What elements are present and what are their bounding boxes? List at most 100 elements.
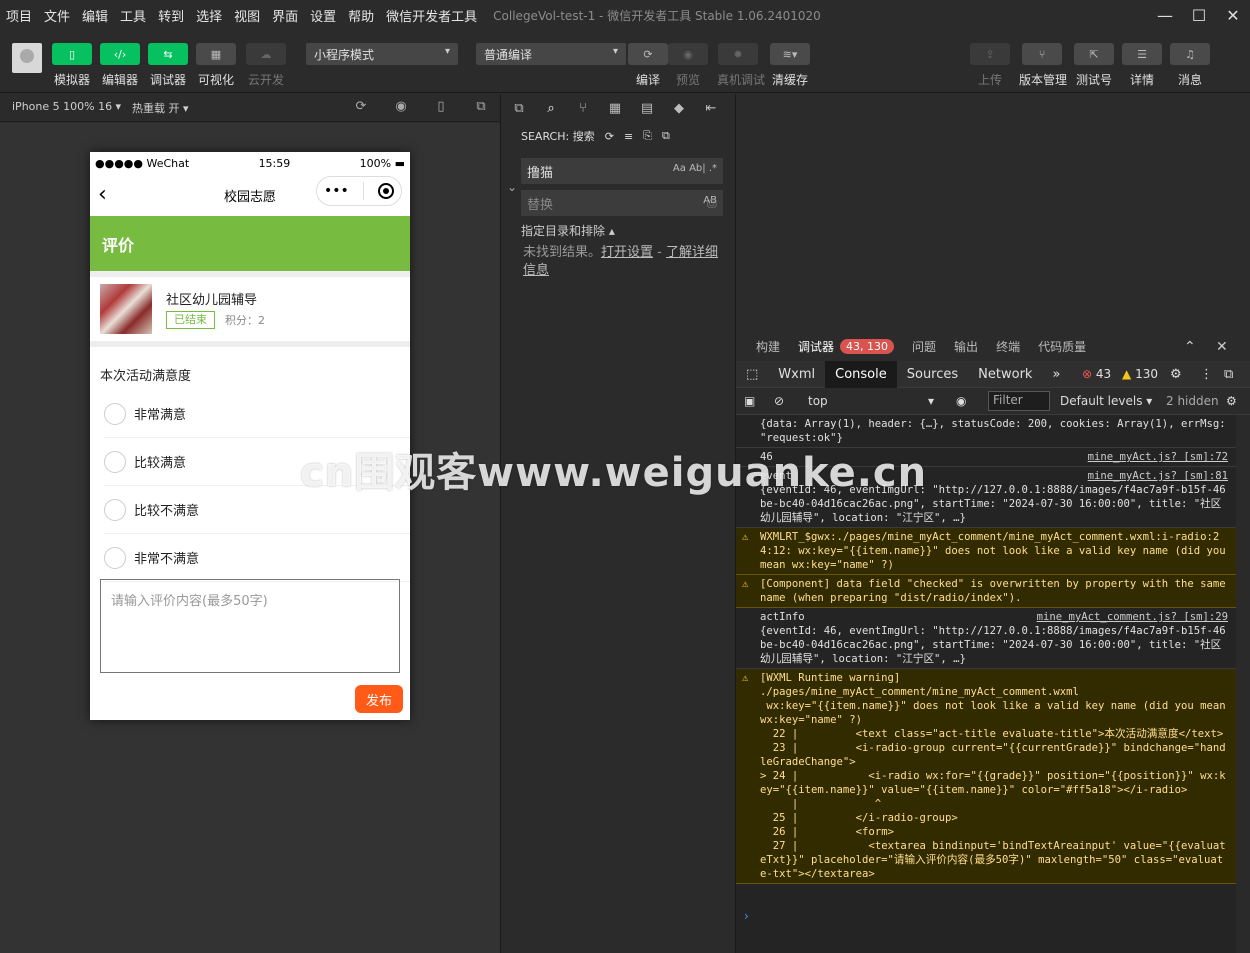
radio-circle[interactable] — [104, 498, 126, 521]
kebab-menu-icon[interactable]: ⋮ — [1200, 367, 1213, 382]
include-exclude-toggle[interactable]: 指定目录和排除 ▴ — [521, 222, 615, 239]
menu-project[interactable]: 项目 — [0, 6, 38, 25]
docker-icon[interactable]: ◆ — [669, 101, 689, 116]
menu-interface[interactable]: 界面 — [266, 6, 304, 25]
new-search-editor-icon[interactable]: ⎘ — [643, 129, 652, 143]
replace-all-icon[interactable]: ⎙ — [707, 196, 717, 211]
console-warning[interactable]: WXMLRT_$gwx:./pages/mine_myAct_comment/m… — [736, 528, 1236, 575]
extensions-icon[interactable]: ▦ — [605, 101, 625, 116]
gear-icon[interactable]: ⚙ — [1170, 367, 1182, 382]
hot-reload-toggle[interactable]: 热重载 开 ▾ — [132, 100, 189, 116]
close-panel-icon[interactable]: ✕ — [1216, 339, 1228, 355]
popout-icon[interactable]: ⧉ — [474, 100, 488, 114]
debugger-button[interactable]: ⇆ — [148, 43, 188, 65]
radio-option[interactable]: 非常不满意 — [104, 534, 410, 582]
tab-build[interactable]: 构建 — [756, 338, 780, 355]
menu-tools[interactable]: 工具 — [114, 6, 152, 25]
console-warning[interactable]: [WXML Runtime warning] ./pages/mine_myAc… — [736, 669, 1236, 884]
files-icon[interactable]: ⧉ — [509, 101, 529, 116]
menu-settings[interactable]: 设置 — [304, 6, 342, 25]
device-select[interactable]: iPhone 5 100% 16 ▾ — [12, 100, 121, 113]
minimize-icon[interactable]: — — [1148, 0, 1182, 31]
subtab-wxml[interactable]: Wxml — [768, 361, 825, 388]
git-icon[interactable]: ⑂ — [573, 101, 593, 116]
editor-button[interactable]: ‹/› — [100, 43, 140, 65]
tab-code-quality[interactable]: 代码质量 — [1038, 338, 1086, 355]
compile-button[interactable]: ⟳ — [628, 43, 668, 65]
console-warning[interactable]: [Component] data field "checked" is over… — [736, 575, 1236, 608]
visual-button[interactable]: ▦ — [196, 43, 236, 65]
radio-circle[interactable] — [104, 546, 126, 569]
menu-select[interactable]: 选择 — [190, 6, 228, 25]
gear-icon[interactable]: ⚙ — [1226, 394, 1237, 408]
phone-icon[interactable]: ▯ — [434, 100, 448, 114]
chevron-up-icon[interactable]: ⌃ — [1184, 339, 1196, 355]
compile-select[interactable]: 普通编译 — [476, 43, 626, 65]
menu-goto[interactable]: 转到 — [152, 6, 190, 25]
close-mini-program-icon[interactable] — [377, 183, 394, 199]
refresh-icon[interactable]: ⟳ — [605, 130, 614, 143]
maximize-icon[interactable]: ☐ — [1182, 0, 1216, 31]
real-debug-button[interactable]: ✹ — [718, 43, 758, 65]
warning-count[interactable]: ▲ 130 — [1122, 367, 1158, 381]
error-count[interactable]: ⊗ 43 — [1082, 367, 1111, 381]
filter-input[interactable]: Filter — [988, 391, 1050, 411]
submit-button[interactable]: 发布 — [355, 685, 403, 713]
stop-icon[interactable]: ◉ — [394, 100, 408, 114]
console-prompt[interactable]: › — [744, 909, 749, 923]
radio-circle[interactable] — [104, 450, 126, 473]
clear-cache-button[interactable]: ≋▾ — [770, 43, 810, 65]
avatar[interactable] — [12, 43, 42, 73]
more-tabs-icon[interactable]: » — [1042, 361, 1070, 388]
collapse-all-icon[interactable]: ⧉ — [662, 129, 670, 143]
version-button[interactable]: ⑂ — [1022, 43, 1062, 65]
chevron-down-icon[interactable]: ⌄ — [507, 180, 517, 194]
tab-problems[interactable]: 问题 — [912, 338, 936, 355]
search-input[interactable]: 撸猫 Aa Ab| .* — [521, 158, 723, 184]
preview-button[interactable]: ◉ — [668, 43, 708, 65]
source-link[interactable]: mine_myAct.js? [sm]:81 — [1088, 469, 1228, 483]
radio-circle[interactable] — [104, 402, 126, 425]
evaluation-textarea[interactable]: 请输入评价内容(最多50字) — [100, 579, 400, 673]
tab-terminal[interactable]: 终端 — [996, 338, 1020, 355]
back-icon[interactable]: ‹ — [98, 182, 107, 207]
simulator-button[interactable]: ▯ — [52, 43, 92, 65]
match-case-icon[interactable]: Aa — [673, 163, 686, 174]
menu-edit[interactable]: 编辑 — [76, 6, 114, 25]
subtab-sources[interactable]: Sources — [897, 361, 968, 388]
cloud-button[interactable]: ☁ — [246, 43, 286, 65]
test-id-button[interactable]: ⇱ — [1074, 43, 1114, 65]
search-icon[interactable]: ⌕ — [541, 101, 561, 116]
tab-output[interactable]: 输出 — [954, 338, 978, 355]
menu-view[interactable]: 视图 — [228, 6, 266, 25]
console-scrollbar[interactable] — [1236, 415, 1250, 953]
dock-icon[interactable]: ⧉ — [1224, 367, 1233, 382]
radio-option[interactable]: 非常满意 — [104, 390, 410, 438]
eye-icon[interactable]: ◉ — [956, 394, 966, 408]
tab-debugger[interactable]: 调试器 — [798, 338, 834, 355]
subtab-network[interactable]: Network — [968, 361, 1042, 388]
more-icon[interactable]: ••• — [324, 183, 349, 199]
menu-wechat-devtools[interactable]: 微信开发者工具 — [380, 6, 483, 25]
close-icon[interactable]: ✕ — [1216, 0, 1250, 31]
mode-select[interactable]: 小程序模式 — [306, 43, 458, 65]
console-log[interactable]: mine_myAct_comment.js? [sm]:29 actInfo {e… — [736, 608, 1236, 669]
layout-icon[interactable]: ▤ — [637, 101, 657, 116]
clear-console-icon[interactable]: ⊘ — [774, 394, 784, 408]
menu-help[interactable]: 帮助 — [342, 6, 380, 25]
details-button[interactable]: ☰ — [1122, 43, 1162, 65]
menu-file[interactable]: 文件 — [38, 6, 76, 25]
source-link[interactable]: mine_myAct.js? [sm]:72 — [1088, 450, 1228, 464]
sidebar-toggle-icon[interactable]: ▣ — [744, 394, 755, 408]
refresh-icon[interactable]: ⟳ — [354, 100, 368, 114]
open-settings-link[interactable]: 打开设置 — [601, 245, 653, 260]
collapse-panel-icon[interactable]: ⇤ — [701, 101, 721, 116]
replace-input[interactable]: 替换 AB — [521, 190, 723, 216]
match-word-icon[interactable]: Ab| — [689, 163, 706, 174]
log-levels-select[interactable]: Default levels ▾ — [1060, 394, 1152, 408]
regex-icon[interactable]: .* — [709, 163, 717, 174]
upload-button[interactable]: ⇪ — [970, 43, 1010, 65]
clear-results-icon[interactable]: ≡ — [624, 130, 633, 143]
context-dropdown-icon[interactable]: ▾ — [928, 394, 934, 408]
inspect-icon[interactable]: ⬚ — [736, 361, 768, 388]
